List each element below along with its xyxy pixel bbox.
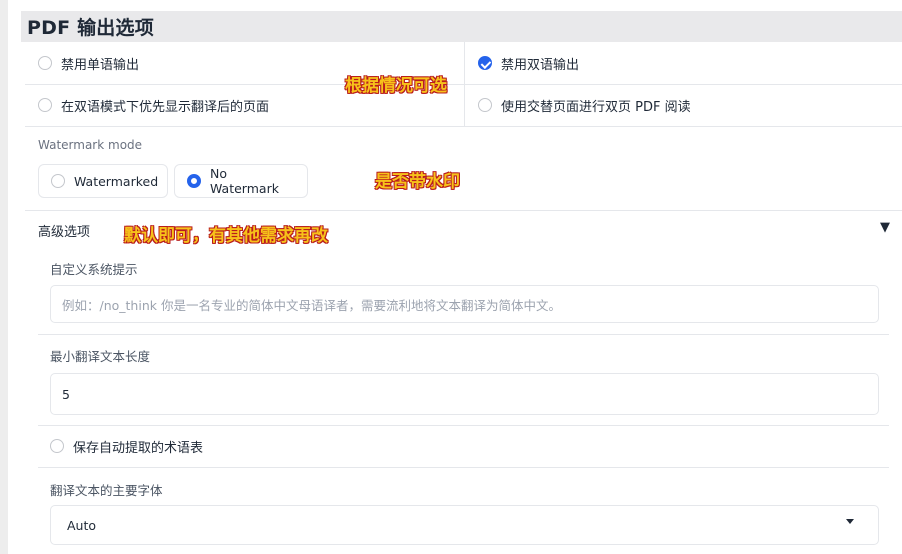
annotation-advanced: 默认即可，有其他需求再改 (124, 226, 328, 246)
system-prompt-label: 自定义系统提示 (50, 262, 138, 277)
prefer-translated-checkbox[interactable] (38, 98, 52, 112)
divider (38, 467, 889, 468)
disable-mono-checkbox[interactable] (38, 56, 52, 70)
left-rail (0, 0, 8, 554)
alternate-pages-option[interactable]: 使用交替页面进行双页 PDF 阅读 (464, 84, 902, 126)
top-band (8, 0, 902, 11)
annotation-optional: 根据情况可选 (345, 76, 447, 96)
dropdown-caret-icon[interactable] (846, 519, 854, 524)
section-header: PDF 输出选项 (21, 11, 902, 42)
watermarked-radio-label: Watermarked (74, 173, 159, 189)
alternate-pages-checkbox[interactable] (478, 98, 492, 112)
options-panel: 禁用单语输出 禁用双语输出 在双语模式下优先显示翻译后的页面 使用交替页面进行双… (25, 42, 902, 554)
divider (38, 425, 889, 426)
advanced-options-title: 高级选项 (38, 225, 91, 240)
watermark-block: Watermark mode Watermarked No Watermark (25, 126, 902, 211)
watermarked-radio[interactable]: Watermarked (38, 164, 168, 198)
disable-mono-label: 禁用单语输出 (61, 57, 140, 73)
font-label: 翻译文本的主要字体 (50, 483, 163, 498)
save-glossary-label: 保存自动提取的术语表 (73, 440, 204, 456)
disable-dual-checkbox[interactable] (478, 56, 492, 70)
no-watermark-radio-dot[interactable] (187, 174, 201, 188)
min-length-input[interactable]: 5 (50, 373, 879, 415)
system-prompt-input[interactable]: 例如：/no_think 你是一名专业的简体中文母语译者，需要流利地将文本翻译为… (50, 285, 879, 323)
collapse-arrow-icon[interactable]: ▼ (880, 220, 890, 235)
options-row-1: 禁用单语输出 禁用双语输出 (25, 42, 902, 85)
alternate-pages-label: 使用交替页面进行双页 PDF 阅读 (501, 99, 691, 115)
watermarked-radio-dot[interactable] (51, 174, 65, 188)
min-length-label: 最小翻译文本长度 (50, 349, 151, 364)
save-glossary-option[interactable]: 保存自动提取的术语表 (50, 434, 203, 458)
prefer-translated-label: 在双语模式下优先显示翻译后的页面 (61, 99, 270, 115)
system-prompt-placeholder: 例如：/no_think 你是一名专业的简体中文母语译者，需要流利地将文本翻译为… (62, 297, 561, 313)
annotation-watermark: 是否带水印 (375, 172, 460, 192)
disable-dual-label: 禁用双语输出 (501, 57, 580, 73)
options-row-2: 在双语模式下优先显示翻译后的页面 使用交替页面进行双页 PDF 阅读 (25, 84, 902, 127)
divider (38, 334, 889, 335)
no-watermark-radio-label: No Watermark (210, 166, 279, 196)
section-title: PDF 输出选项 (27, 17, 154, 39)
disable-dual-option[interactable]: 禁用双语输出 (464, 42, 902, 84)
watermark-mode-label: Watermark mode (38, 138, 143, 152)
save-glossary-checkbox[interactable] (50, 439, 64, 453)
font-select-value: Auto (67, 517, 97, 533)
min-length-value: 5 (62, 386, 70, 402)
font-select[interactable]: Auto (50, 505, 879, 545)
no-watermark-radio[interactable]: No Watermark (174, 164, 308, 198)
